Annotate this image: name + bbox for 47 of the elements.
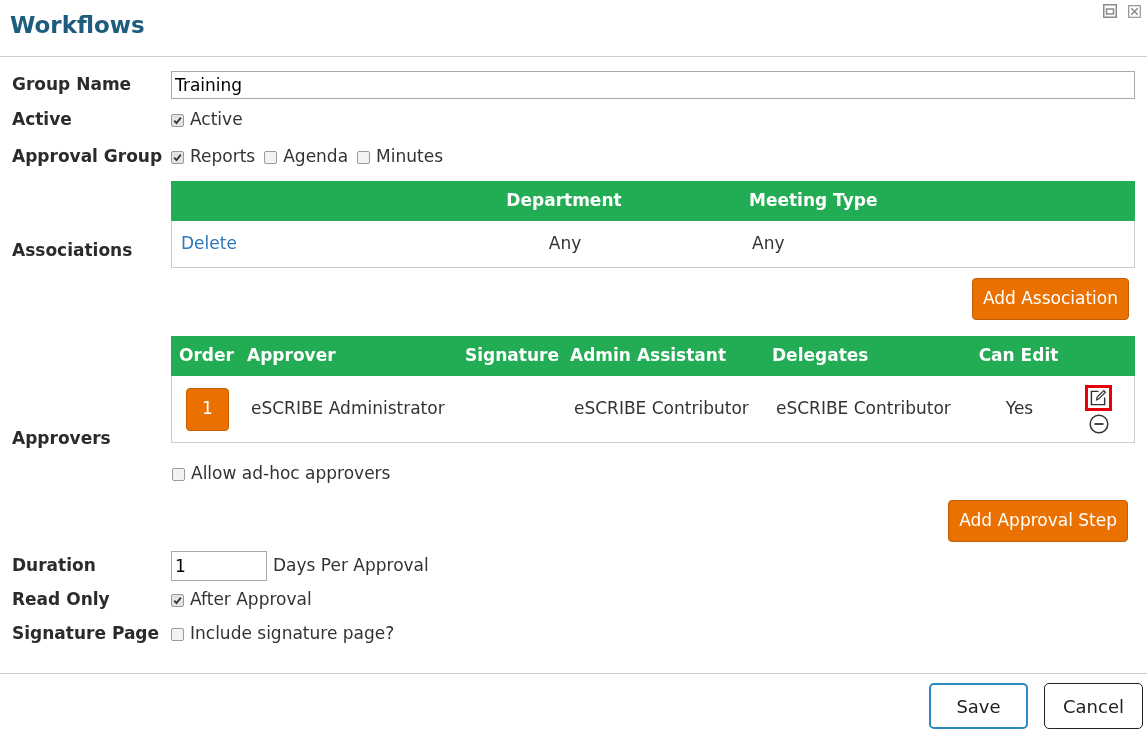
checkbox-label: Agenda <box>283 145 349 169</box>
checkbox[interactable] <box>171 593 184 607</box>
checkbox-label: Include signature page? <box>190 622 395 646</box>
checkbox[interactable] <box>172 467 185 481</box>
field-label: Associations <box>12 239 133 260</box>
checkbox-label: Reports <box>190 145 256 169</box>
column-header: Delegates <box>771 344 869 368</box>
field-label: Active <box>12 109 72 130</box>
table-cell-text: eSCRIBE Contributor <box>573 397 749 421</box>
checkbox[interactable] <box>171 150 184 164</box>
checkbox-label: Active <box>190 108 243 132</box>
field-label: Read Only <box>12 589 110 610</box>
field-label: Group Name <box>12 74 132 95</box>
minus-circle-icon[interactable] <box>1088 413 1109 434</box>
column-header: Meeting Type <box>748 189 878 213</box>
unit-label: Days Per Approval <box>273 554 429 578</box>
edit-icon[interactable] <box>1090 389 1107 406</box>
field-label: Signature Page <box>12 623 160 644</box>
footer-button[interactable]: Cancel <box>1044 683 1143 729</box>
input-field[interactable]: Training <box>171 71 1135 99</box>
column-header: Signature <box>464 344 559 368</box>
checkbox-label: Allow ad-hoc approvers <box>191 462 391 486</box>
field-label: Approval Group <box>12 146 163 167</box>
checkbox[interactable] <box>264 150 278 164</box>
column-header: Department <box>506 189 622 213</box>
field-label: Duration <box>12 555 96 576</box>
column-header: Order <box>179 344 234 368</box>
checkbox[interactable] <box>357 150 371 164</box>
input-field[interactable]: 1 <box>171 551 267 581</box>
table-cell-text: eSCRIBE Administrator <box>250 397 445 421</box>
delete-link[interactable]: Delete <box>172 231 237 257</box>
table-cell-text: Yes <box>1005 397 1034 421</box>
checkbox-label: After Approval <box>190 588 312 612</box>
checkbox[interactable] <box>171 113 184 127</box>
footer-button[interactable]: Save <box>929 683 1028 729</box>
field-label: Approvers <box>12 428 111 449</box>
table-cell-text: Any <box>751 232 785 256</box>
table-cell-text: Any <box>548 232 582 256</box>
restore-icon[interactable] <box>1103 4 1117 18</box>
column-header: Approver <box>246 344 336 368</box>
close-icon[interactable] <box>1128 4 1141 18</box>
checkbox[interactable] <box>171 627 184 641</box>
column-header: Admin Assistant <box>569 344 727 368</box>
column-header: Can Edit <box>978 344 1059 368</box>
checkbox-label: Minutes <box>376 145 443 169</box>
table-cell-text: eSCRIBE Contributor <box>775 397 951 421</box>
window-title: Workflows <box>10 11 145 40</box>
